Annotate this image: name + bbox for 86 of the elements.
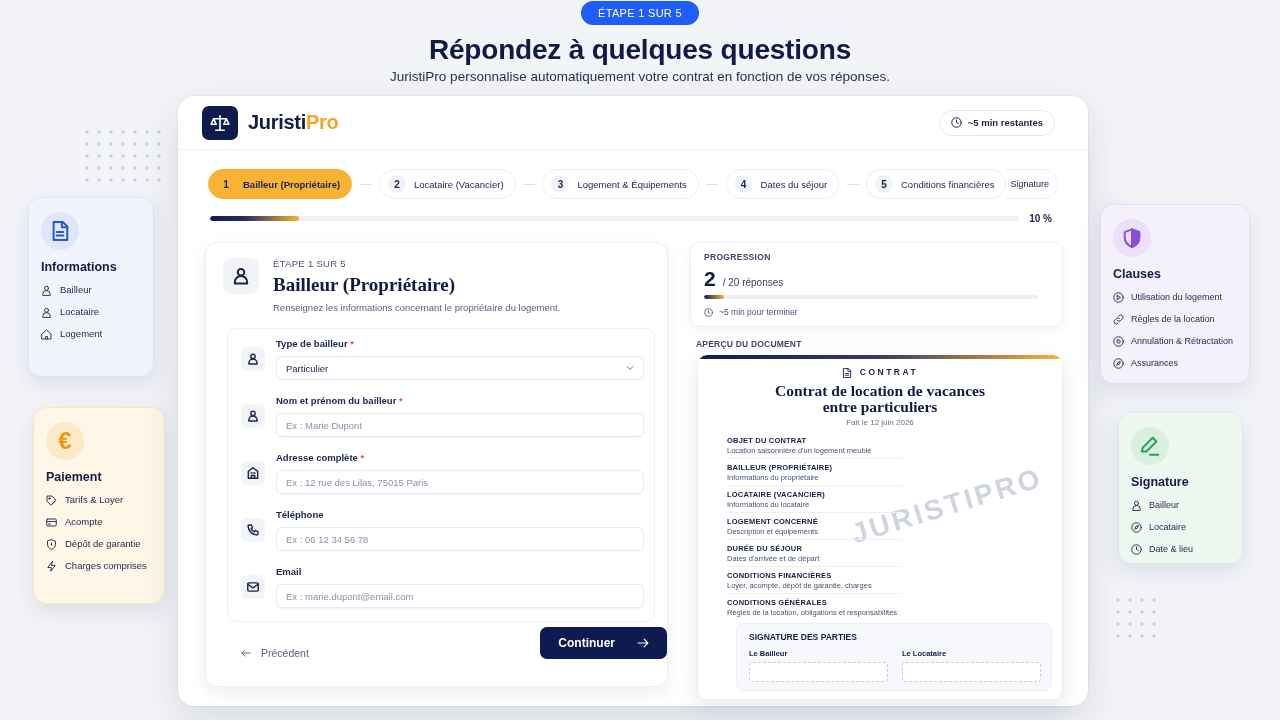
compass-icon <box>1113 357 1124 369</box>
stop-icon <box>1113 335 1124 347</box>
document-icon <box>841 367 852 378</box>
signature-title: SIGNATURE DES PARTIES <box>749 632 857 643</box>
card-icon <box>46 516 57 528</box>
card-item: Règles de la location <box>1131 313 1215 325</box>
card-title: Signature <box>1131 474 1189 491</box>
text-field[interactable]: Ex : 12 rue des Lilas, 75015 Paris <box>276 470 644 494</box>
clock-icon <box>1131 543 1142 555</box>
card-item: Logement <box>60 328 103 340</box>
arrow-right-icon <box>637 637 649 649</box>
person-icon <box>241 346 265 371</box>
section-description: Renseignez les informations concernant le propriétaire du logement. <box>273 302 561 314</box>
tag-icon <box>46 494 57 506</box>
step-badge: ÉTAPE 1 SUR 5 <box>581 1 699 25</box>
step-tab[interactable]: 5 Conditions financières <box>866 169 1007 199</box>
clock-icon <box>704 308 713 317</box>
card-item: Annulation & Rétractation <box>1131 335 1234 347</box>
field-label: Nom et prénom du bailleur * <box>276 394 403 408</box>
page-title: Répondez à quelques questions <box>428 33 851 67</box>
step-tab[interactable]: 2 Locataire (Vacancier) <box>379 169 516 199</box>
card-item: Bailleur <box>1149 499 1179 511</box>
progress-percent: 10 % <box>1029 213 1052 224</box>
building-icon <box>241 460 265 485</box>
euro-icon: € <box>46 422 84 460</box>
clock-icon <box>950 117 962 128</box>
step-tab[interactable]: 3 Logement & Équipements <box>542 169 699 199</box>
card-item: Utilisation du logement <box>1131 291 1223 303</box>
play-icon <box>1113 291 1124 303</box>
field-label: Téléphone <box>276 508 324 522</box>
step-tab[interactable]: 4 Dates du séjour <box>725 169 840 199</box>
person-icon <box>1131 499 1142 511</box>
time-remaining: ~5 min restantes <box>967 117 1043 128</box>
mail-icon <box>241 574 265 599</box>
field-label: Type de bailleur * <box>276 337 354 351</box>
card-item: Locataire <box>1149 521 1187 533</box>
document-title: Contrat de location de vacances entre particuliers <box>773 383 987 415</box>
arrow-left-icon <box>241 648 251 658</box>
card-title: Paiement <box>46 469 102 486</box>
card-item: Acompte <box>65 516 103 528</box>
document-icon <box>41 212 79 250</box>
preview-label: APERÇU DU DOCUMENT <box>696 339 802 350</box>
card-title: Clauses <box>1113 266 1161 283</box>
brand-name: JuristiPro <box>248 111 339 134</box>
text-field[interactable]: Ex : Marie Dupont <box>276 413 644 437</box>
card-item: Bailleur <box>60 284 92 296</box>
scales-logo-icon <box>202 105 238 140</box>
person-icon <box>223 258 259 294</box>
time-remaining: ~5 min pour terminer <box>719 307 798 318</box>
continue-button[interactable]: Continuer <box>540 627 667 659</box>
house-icon <box>41 328 52 340</box>
compass-icon <box>1131 521 1142 533</box>
chevron-down-icon <box>626 364 634 372</box>
pen-icon <box>1131 427 1169 465</box>
card-item: Locataire <box>60 306 100 318</box>
card-item: Date & lieu <box>1149 543 1194 555</box>
field-label: Adresse complète * <box>276 451 365 465</box>
card-item: Charges comprises <box>65 560 147 572</box>
card-item: Assurances <box>1131 357 1179 369</box>
step-tab[interactable]: Signature <box>1006 169 1058 199</box>
page-subtitle: JuristiPro personnalise automatiquement votre contrat en fonction de vos réponses. <box>390 68 890 86</box>
previous-link[interactable]: Précédent <box>241 647 309 659</box>
text-field[interactable]: Ex : 06 12 34 56 78 <box>276 527 644 551</box>
person-icon <box>41 284 52 296</box>
card-item: Dépôt de garantie <box>65 538 141 550</box>
link-icon <box>1113 313 1124 325</box>
step-eyebrow: ÉTAPE 1 SUR 5 <box>273 258 346 270</box>
text-field[interactable]: Ex : marie.dupont@email.com <box>276 584 644 608</box>
select-field[interactable]: Particulier <box>276 356 644 380</box>
person-icon <box>241 403 265 428</box>
person-icon <box>41 306 52 318</box>
shield-icon <box>46 538 57 550</box>
card-title: Informations <box>41 259 117 276</box>
field-label: Email <box>276 565 302 579</box>
answer-count: 2 <box>704 267 716 291</box>
step-tab[interactable]: 1 Bailleur (Propriétaire) <box>208 169 353 199</box>
document-kicker: CONTRAT <box>859 367 919 378</box>
phone-icon <box>241 517 265 542</box>
section-title: Bailleur (Propriétaire) <box>273 274 456 296</box>
card-item: Tarifs & Loyer <box>65 494 124 506</box>
shield-icon <box>1113 219 1151 257</box>
card-label: PROGRESSION <box>704 252 771 263</box>
bolt-icon <box>46 560 57 572</box>
answer-total: / 20 réponses <box>722 277 784 288</box>
document-date: Fait le 12 juin 2026 <box>846 418 914 428</box>
dot-grid <box>1116 598 1156 638</box>
